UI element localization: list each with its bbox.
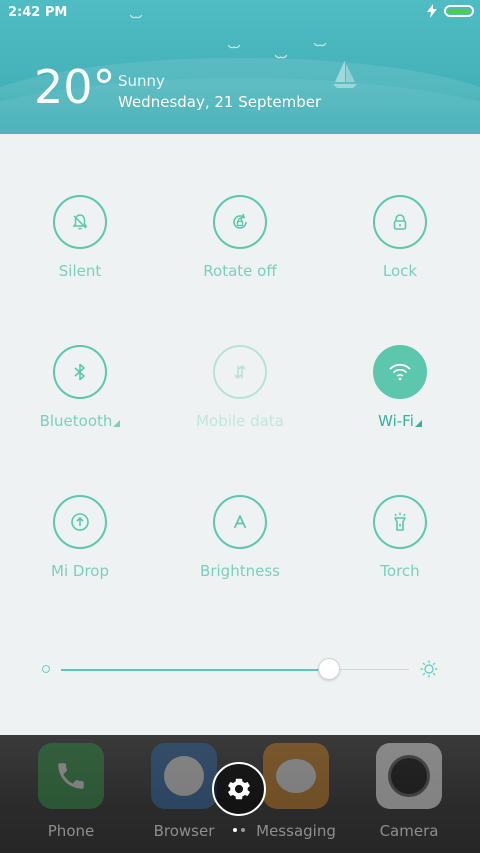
toggle-brightness[interactable]: Brightness <box>160 434 320 584</box>
toggle-label: Torch <box>380 562 420 580</box>
toggle-label: Brightness <box>200 562 280 580</box>
slider-track[interactable] <box>61 668 409 671</box>
toggle-circle[interactable] <box>213 195 267 249</box>
bird-icon <box>314 42 326 47</box>
brightness-auto-icon <box>233 515 247 529</box>
app-phone[interactable]: Phone <box>36 743 106 853</box>
bird-icon <box>130 14 142 19</box>
toggle-label: Mobile data <box>196 412 284 430</box>
page-dot <box>241 828 245 832</box>
app-label: Camera <box>379 822 439 840</box>
toggle-label: Silent <box>58 262 102 280</box>
app-label: Phone <box>47 822 95 840</box>
settings-button[interactable] <box>212 762 266 816</box>
wifi-icon <box>389 363 411 381</box>
rotate-lock-icon <box>233 213 247 229</box>
torch-icon <box>394 512 406 531</box>
sailboat-icon <box>333 60 357 88</box>
toggle-lock[interactable]: Lock <box>320 134 480 284</box>
battery-icon <box>444 5 474 17</box>
slider-thumb[interactable] <box>317 658 340 680</box>
bluetooth-icon <box>74 363 85 381</box>
status-time: 2:42 PM <box>8 5 68 20</box>
toggle-label: Wi-Fi <box>378 412 422 430</box>
expand-indicator-icon <box>414 420 422 427</box>
status-icons <box>426 4 474 18</box>
temperature: 20° <box>34 60 116 114</box>
toggle-circle[interactable] <box>373 345 427 399</box>
quick-settings-panel: Silent Rotate off Lock Bluetooth Mobile … <box>0 134 480 735</box>
brightness-low-icon <box>42 665 50 673</box>
page-indicator <box>233 828 245 832</box>
phone-icon <box>38 743 104 809</box>
toggle-wifi[interactable]: Wi-Fi <box>320 284 480 434</box>
bell-off-icon <box>72 214 88 230</box>
brightness-high-icon <box>420 660 438 678</box>
app-browser[interactable]: Browser <box>149 743 219 853</box>
gear-icon <box>228 778 250 800</box>
messaging-icon <box>263 743 329 809</box>
lock-icon <box>393 214 407 230</box>
expand-indicator-icon <box>113 420 121 427</box>
bird-icon <box>275 54 287 59</box>
toggle-label: Rotate off <box>203 262 277 280</box>
toggle-bluetooth[interactable]: Bluetooth <box>0 284 160 434</box>
toggle-label: Mi Drop <box>51 562 109 580</box>
toggle-circle[interactable] <box>213 345 267 399</box>
slider-fill <box>61 668 329 671</box>
toggle-mi-drop[interactable]: Mi Drop <box>0 434 160 584</box>
weather-header: 2:42 PM 20° Sunny Wednesday, 21 Septembe… <box>0 0 480 134</box>
brightness-slider[interactable] <box>42 654 442 684</box>
toggle-circle[interactable] <box>373 495 427 549</box>
bird-icon <box>228 44 240 49</box>
app-camera[interactable]: Camera <box>374 743 444 853</box>
toggle-grid: Silent Rotate off Lock Bluetooth Mobile … <box>0 134 480 614</box>
toggle-circle[interactable] <box>53 495 107 549</box>
toggle-label: Bluetooth <box>40 412 121 430</box>
page-dot-active <box>233 828 237 832</box>
toggle-silent[interactable]: Silent <box>0 134 160 284</box>
toggle-rotate[interactable]: Rotate off <box>160 134 320 284</box>
toggle-mobile-data[interactable]: Mobile data <box>160 284 320 434</box>
mi-drop-icon <box>71 513 89 531</box>
toggle-circle[interactable] <box>53 345 107 399</box>
app-label: Browser <box>153 822 215 840</box>
camera-icon <box>376 743 442 809</box>
app-messaging[interactable]: Messaging <box>256 743 336 853</box>
toggle-circle[interactable] <box>373 195 427 249</box>
weather-condition: Sunny <box>118 72 165 90</box>
date: Wednesday, 21 September <box>118 93 322 111</box>
toggle-torch[interactable]: Torch <box>320 434 480 584</box>
browser-icon <box>151 743 217 809</box>
charging-icon <box>427 4 437 18</box>
app-label: Messaging <box>256 822 336 840</box>
toggle-circle[interactable] <box>213 495 267 549</box>
mobile-data-icon <box>234 364 246 380</box>
toggle-circle[interactable] <box>53 195 107 249</box>
toggle-label: Lock <box>382 262 418 280</box>
